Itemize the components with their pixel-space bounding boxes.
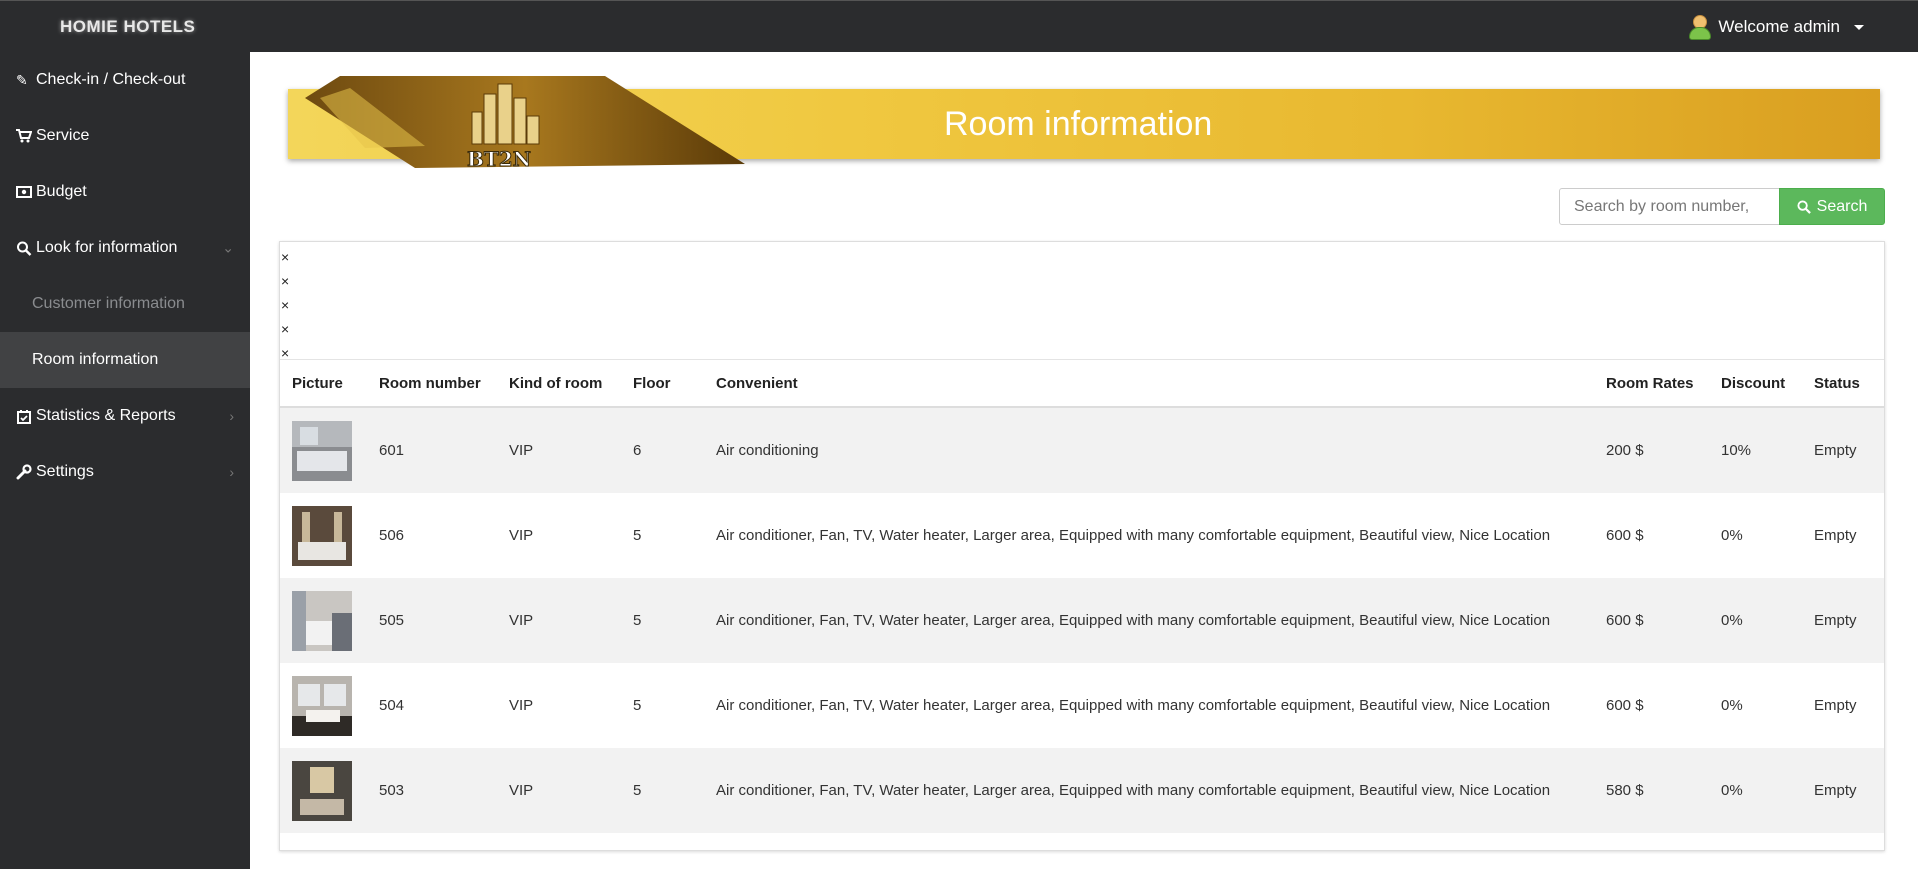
- sidebar-item-settings[interactable]: Settings ›: [0, 444, 250, 500]
- edit-icon: ✎: [16, 71, 28, 88]
- room-rate-cell: 580 $: [1594, 748, 1709, 833]
- table-row[interactable]: 601 VIP 6 Air conditioning 200 $ 10% Emp…: [280, 407, 1884, 493]
- close-marks: × × × × ×: [280, 242, 1884, 361]
- sidebar-item-checkin[interactable]: ✎ Check-in / Check-out: [0, 52, 250, 108]
- wrench-icon: [16, 464, 32, 480]
- chevron-right-icon: ›: [229, 464, 234, 480]
- room-thumbnail[interactable]: [292, 505, 352, 566]
- brand-logo[interactable]: HOMIE HOTELS: [60, 17, 195, 37]
- sidebar-item-statistics-reports[interactable]: Statistics & Reports ›: [0, 388, 250, 444]
- sidebar-item-budget[interactable]: Budget: [0, 164, 250, 220]
- status-cell: Empty: [1814, 527, 1857, 544]
- chevron-down-icon: ⌄: [222, 239, 234, 256]
- sidebar-subitem-room-information[interactable]: Room information: [0, 332, 250, 388]
- room-thumbnail[interactable]: [292, 590, 352, 651]
- discount-cell: 0%: [1709, 748, 1802, 833]
- sidebar-item-label: Check-in / Check-out: [36, 71, 186, 88]
- close-mark[interactable]: ×: [281, 317, 1884, 341]
- kind-of-room-cell: VIP: [497, 578, 621, 663]
- kind-of-room-cell: VIP: [509, 527, 534, 544]
- caret-down-icon: [1854, 24, 1864, 30]
- floor-cell: 6: [621, 407, 704, 493]
- search-icon: [17, 241, 32, 256]
- sidebar-item-service[interactable]: Service: [0, 108, 250, 164]
- floor-cell: 5: [621, 748, 704, 833]
- room-number-cell: 506: [379, 527, 405, 544]
- room-thumbnail[interactable]: [292, 760, 352, 821]
- cart-icon: [16, 129, 32, 143]
- sidebar-item-look-for-information[interactable]: Look for information ⌄: [0, 220, 250, 276]
- search-icon: [1797, 199, 1811, 214]
- table-row[interactable]: 503 VIP 5 Air conditioner, Fan, TV, Wate…: [280, 748, 1884, 833]
- room-number-cell: 504: [379, 697, 405, 714]
- hotel-logo: BT2N: [305, 76, 745, 168]
- chevron-right-icon: ›: [229, 408, 234, 424]
- status-cell: Empty: [1814, 697, 1857, 714]
- money-icon: [16, 186, 32, 198]
- logo-text: BT2N: [467, 147, 531, 168]
- top-bar: HOMIE HOTELS Welcome admin: [0, 0, 1918, 52]
- room-number-cell: 505: [367, 578, 497, 663]
- sidebar-item-label: Look for information: [36, 239, 178, 256]
- room-number-cell: 503: [367, 748, 497, 833]
- table-header-row: Picture Room number Kind of room Floor C…: [280, 360, 1884, 408]
- column-header-room-rates: Room Rates: [1594, 360, 1709, 408]
- kind-of-room-cell: VIP: [497, 748, 621, 833]
- search-field-wrapper: [1559, 188, 1780, 225]
- discount-cell: 10%: [1709, 407, 1802, 493]
- discount-cell: 0%: [1721, 697, 1743, 714]
- room-table: Picture Room number Kind of room Floor C…: [280, 360, 1884, 833]
- close-mark[interactable]: ×: [281, 245, 1884, 269]
- room-rate-cell: 600 $: [1606, 697, 1644, 714]
- kind-of-room-cell: VIP: [509, 697, 534, 714]
- sidebar-item-label: Service: [36, 127, 90, 144]
- user-avatar-icon: [1688, 15, 1712, 40]
- calendar-check-icon: [17, 409, 31, 424]
- close-mark[interactable]: ×: [281, 269, 1884, 293]
- floor-cell: 5: [621, 578, 704, 663]
- search-button-label: Search: [1816, 197, 1868, 215]
- convenient-cell: Air conditioner, Fan, TV, Water heater, …: [716, 697, 1551, 714]
- table-row[interactable]: 505 VIP 5 Air conditioner, Fan, TV, Wate…: [280, 578, 1884, 663]
- column-header-status: Status: [1802, 360, 1884, 408]
- kind-of-room-cell: VIP: [497, 407, 621, 493]
- sidebar-item-label: Statistics & Reports: [36, 407, 176, 424]
- sidebar-item-label: Budget: [36, 183, 87, 200]
- column-header-convenient: Convenient: [704, 360, 1594, 408]
- table-row[interactable]: 504 VIP 5 Air conditioner, Fan, TV, Wate…: [280, 663, 1884, 748]
- room-table-panel: × × × × × Picture Room number Kind of ro…: [279, 241, 1885, 851]
- floor-cell: 5: [633, 527, 642, 544]
- welcome-label: Welcome admin: [1718, 17, 1840, 36]
- column-header-discount: Discount: [1709, 360, 1802, 408]
- convenient-cell: Air conditioner, Fan, TV, Water heater, …: [716, 527, 1551, 544]
- room-thumbnail[interactable]: [292, 675, 352, 736]
- column-header-floor: Floor: [621, 360, 704, 408]
- convenient-cell: Air conditioner, Fan, TV, Water heater, …: [704, 578, 1594, 663]
- user-menu[interactable]: Welcome admin: [1688, 15, 1864, 40]
- discount-cell: 0%: [1709, 578, 1802, 663]
- discount-cell: 0%: [1721, 527, 1743, 544]
- room-number-cell: 601: [367, 407, 497, 493]
- convenient-cell: Air conditioning: [704, 407, 1594, 493]
- room-rate-cell: 600 $: [1594, 578, 1709, 663]
- convenient-cell: Air conditioner, Fan, TV, Water heater, …: [704, 748, 1594, 833]
- search-button[interactable]: Search: [1779, 188, 1885, 225]
- table-row[interactable]: 506 VIP 5 Air conditioner, Fan, TV, Wate…: [280, 493, 1884, 578]
- room-thumbnail[interactable]: [292, 420, 352, 481]
- sidebar: ✎ Check-in / Check-out Service Budget Lo…: [0, 52, 250, 869]
- column-header-kind-of-room: Kind of room: [497, 360, 621, 408]
- floor-cell: 5: [633, 697, 642, 714]
- room-rate-cell: 200 $: [1594, 407, 1709, 493]
- search-input[interactable]: [1572, 189, 1776, 224]
- column-header-picture: Picture: [280, 360, 367, 408]
- column-header-room-number: Room number: [367, 360, 497, 408]
- room-rate-cell: 600 $: [1606, 527, 1644, 544]
- page-title: Room information: [944, 105, 1213, 143]
- status-cell: Empty: [1802, 748, 1884, 833]
- close-mark[interactable]: ×: [281, 293, 1884, 317]
- sidebar-subitem-customer-information[interactable]: Customer information: [0, 276, 250, 332]
- status-cell: Empty: [1802, 407, 1884, 493]
- sidebar-item-label: Settings: [36, 463, 94, 480]
- status-cell: Empty: [1802, 578, 1884, 663]
